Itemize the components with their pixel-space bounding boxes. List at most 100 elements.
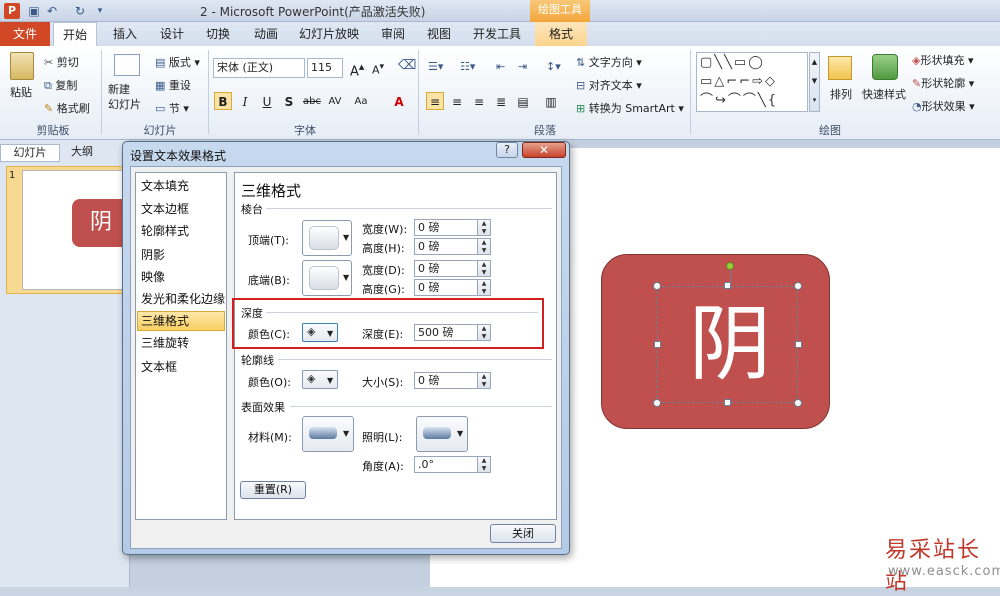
shape-effects-button[interactable]: ◔形状效果 ▾: [912, 98, 975, 114]
bevel-top-height-input[interactable]: 0 磅: [414, 238, 478, 255]
resize-handle[interactable]: [724, 282, 731, 289]
text-direction-button[interactable]: ⇅ 文字方向 ▾: [576, 54, 642, 70]
tab-insert[interactable]: 插入: [108, 22, 142, 46]
powerpoint-app-icon[interactable]: P: [4, 3, 20, 19]
contour-color-button[interactable]: ◈ ▼: [302, 370, 338, 389]
bevel-top-width-input[interactable]: 0 磅: [414, 219, 478, 236]
shapes-gallery[interactable]: ▢╲╲▭◯ ▭△⌐⌐⇨◇ ⌒↪⌒⌒╲{: [696, 52, 808, 112]
strikethrough-icon[interactable]: abc: [302, 92, 321, 110]
redo-icon[interactable]: ↻: [72, 3, 88, 19]
text-shadow-icon[interactable]: S: [280, 92, 298, 110]
resize-handle[interactable]: [794, 399, 802, 407]
increase-indent-icon[interactable]: ⇥: [518, 60, 527, 73]
resize-handle[interactable]: [654, 341, 661, 348]
tab-animations[interactable]: 动画: [249, 22, 283, 46]
shrink-font-icon[interactable]: A▾: [372, 61, 384, 77]
tab-slideshow[interactable]: 幻灯片放映: [296, 22, 362, 46]
underline-icon[interactable]: U: [258, 92, 276, 110]
spin-buttons[interactable]: ▲ ▼: [478, 238, 491, 255]
nav-text-fill[interactable]: 文本填充: [141, 176, 225, 196]
tab-home[interactable]: 开始: [53, 22, 97, 47]
tab-design[interactable]: 设计: [155, 22, 189, 46]
convert-smartart-button[interactable]: ⊞ 转换为 SmartArt ▾: [576, 100, 684, 116]
customize-qat-icon[interactable]: ▾: [92, 3, 108, 19]
tab-file[interactable]: 文件: [0, 22, 50, 46]
bevel-top-dropdown[interactable]: ▼: [302, 220, 352, 256]
bevel-bottom-height-input[interactable]: 0 磅: [414, 279, 478, 296]
char-spacing-icon[interactable]: AV: [326, 92, 344, 110]
material-dropdown[interactable]: ▼: [302, 416, 354, 452]
copy-button[interactable]: ⧉ 复制: [44, 77, 77, 93]
close-button[interactable]: 关闭: [490, 524, 556, 543]
paste-icon[interactable]: [10, 52, 34, 80]
contour-size-input[interactable]: 0 磅: [414, 372, 478, 389]
justify-icon[interactable]: ≣: [492, 92, 510, 110]
tab-outline-panel[interactable]: 大纲: [62, 144, 102, 162]
font-size-select[interactable]: 115: [307, 58, 343, 78]
resize-handle[interactable]: [795, 341, 802, 348]
nav-reflection[interactable]: 映像: [141, 267, 225, 287]
align-right-icon[interactable]: ≡: [470, 92, 488, 110]
nav-3d-rotation[interactable]: 三维旋转: [141, 333, 225, 353]
reset-button[interactable]: 重置(R): [240, 481, 306, 499]
spin-buttons[interactable]: ▲ ▼: [478, 372, 491, 389]
shapes-gallery-scroll[interactable]: ▲ ▼ ▾: [809, 52, 820, 112]
align-text-button[interactable]: ⊟ 对齐文本 ▾: [576, 77, 642, 93]
tab-transitions[interactable]: 切换: [201, 22, 235, 46]
bevel-bottom-dropdown[interactable]: ▼: [302, 260, 352, 296]
quick-styles-button[interactable]: 快速样式: [862, 86, 906, 102]
rotation-handle[interactable]: [726, 262, 734, 270]
help-button[interactable]: ?: [496, 142, 518, 158]
layout-button[interactable]: ▤ 版式 ▾: [155, 54, 200, 70]
new-slide-icon[interactable]: [114, 54, 140, 76]
bullets-icon[interactable]: ☰▾: [428, 60, 443, 73]
nav-glow-soft-edges[interactable]: 发光和柔化边缘: [141, 289, 225, 309]
quick-styles-icon[interactable]: [872, 54, 898, 80]
spin-buttons[interactable]: ▲ ▼: [478, 219, 491, 236]
lighting-dropdown[interactable]: ▼: [416, 416, 468, 452]
grow-font-icon[interactable]: A▴: [350, 60, 364, 79]
tab-slides-panel[interactable]: 幻灯片: [0, 144, 60, 162]
shape-outline-button[interactable]: ✎形状轮廓 ▾: [912, 75, 974, 91]
numbering-icon[interactable]: ☷▾: [460, 60, 475, 73]
bold-icon[interactable]: B: [214, 92, 232, 110]
section-button[interactable]: ▭ 节 ▾: [155, 100, 189, 116]
dialog-close-x-button[interactable]: ✕: [522, 142, 566, 158]
font-color-icon[interactable]: A: [390, 92, 408, 110]
arrange-button[interactable]: 排列: [830, 86, 852, 102]
nav-text-box[interactable]: 文本框: [141, 357, 225, 377]
change-case-icon[interactable]: Aa: [352, 92, 370, 110]
paste-button[interactable]: 粘贴: [10, 84, 32, 100]
tab-format[interactable]: 格式: [535, 22, 587, 46]
font-name-select[interactable]: 宋体 (正文): [213, 58, 305, 78]
bevel-bottom-width-input[interactable]: 0 磅: [414, 260, 478, 277]
line-spacing-icon[interactable]: ↕▾: [546, 60, 561, 73]
spin-buttons[interactable]: ▲ ▼: [478, 279, 491, 296]
nav-3d-format[interactable]: 三维格式: [141, 311, 225, 331]
nav-shadow[interactable]: 阴影: [141, 245, 225, 265]
align-center-icon[interactable]: ≡: [448, 92, 466, 110]
reset-slide-button[interactable]: ▦ 重设: [155, 77, 191, 93]
shape-fill-button[interactable]: ◈形状填充 ▾: [912, 52, 974, 68]
save-icon[interactable]: ▣: [26, 3, 42, 19]
resize-handle[interactable]: [653, 282, 661, 290]
tab-view[interactable]: 视图: [422, 22, 456, 46]
undo-icon[interactable]: ↶: [44, 3, 60, 19]
resize-handle[interactable]: [653, 399, 661, 407]
spin-buttons[interactable]: ▲ ▼: [478, 456, 491, 473]
columns-icon[interactable]: ▥: [542, 92, 560, 110]
tab-developer[interactable]: 开发工具: [468, 22, 526, 46]
angle-input[interactable]: .0°: [414, 456, 478, 473]
italic-icon[interactable]: I: [236, 92, 254, 110]
spin-buttons[interactable]: ▲ ▼: [478, 260, 491, 277]
distributed-icon[interactable]: ▤: [514, 92, 532, 110]
nav-outline-style[interactable]: 轮廓样式: [141, 221, 225, 241]
clear-formatting-icon[interactable]: ⌫: [398, 58, 416, 73]
decrease-indent-icon[interactable]: ⇤: [496, 60, 505, 73]
resize-handle[interactable]: [724, 399, 731, 406]
cut-button[interactable]: ✂ 剪切: [44, 54, 79, 70]
align-left-icon[interactable]: ≡: [426, 92, 444, 110]
tab-review[interactable]: 审阅: [376, 22, 410, 46]
format-painter-button[interactable]: ✎ 格式刷: [44, 100, 90, 116]
new-slide-button[interactable]: 新建 幻灯片: [108, 82, 148, 112]
